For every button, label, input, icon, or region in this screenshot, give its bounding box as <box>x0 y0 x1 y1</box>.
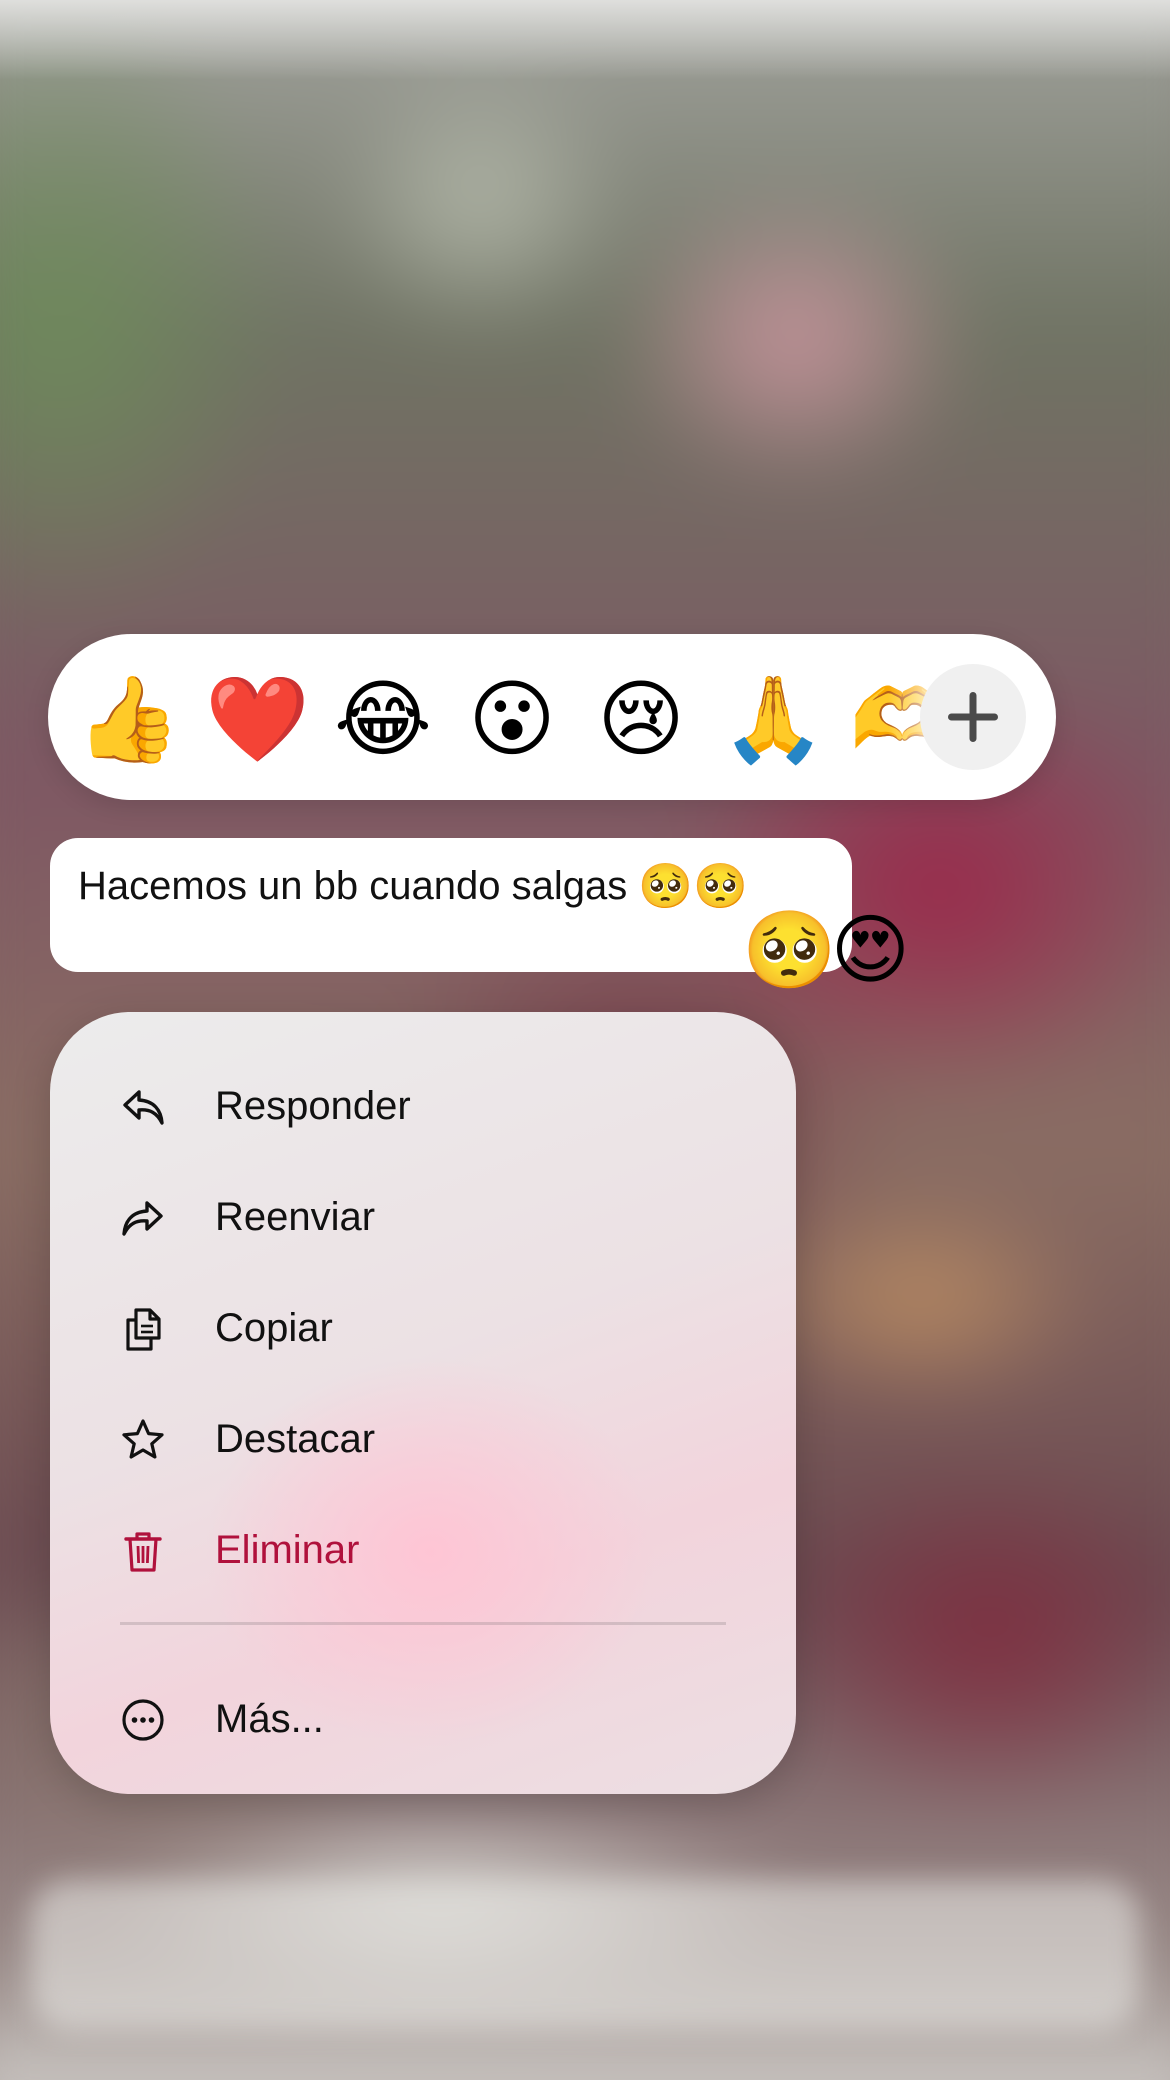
reaction-thumbs-up[interactable]: 👍 <box>76 670 181 768</box>
plus-icon <box>948 692 998 742</box>
reaction-bar: 👍 ❤️ 😂 😮 😢 🙏 🫶 <box>48 634 1056 800</box>
menu-item-mas[interactable]: Más... <box>50 1664 796 1774</box>
menu-item-eliminar[interactable]: Eliminar <box>50 1495 796 1605</box>
menu-item-reenviar[interactable]: Reenviar <box>50 1162 796 1272</box>
star-icon <box>122 1419 164 1459</box>
forward-icon <box>122 1201 163 1236</box>
menu-label-reenviar: Reenviar <box>215 1195 376 1239</box>
menu-divider <box>120 1622 726 1625</box>
trash-icon <box>124 1532 162 1572</box>
message-reactions[interactable]: 🥺😍 <box>742 906 910 996</box>
menu-item-responder[interactable]: Responder <box>50 1051 796 1161</box>
more-circle-icon <box>122 1699 164 1741</box>
chat-context-overlay: 👍 ❤️ 😂 😮 😢 🙏 🫶 Hacemos un bb cuando salg… <box>0 0 1170 2080</box>
message-context-menu: Responder Reenviar Copiar Destacar Elimi… <box>50 1012 796 1794</box>
more-reactions-button[interactable] <box>920 664 1026 770</box>
message-bubble[interactable]: Hacemos un bb cuando salgas 🥺🥺 <box>50 838 852 972</box>
menu-label-destacar: Destacar <box>215 1417 376 1461</box>
reaction-crying[interactable]: 😢 <box>592 670 690 768</box>
reaction-red-heart[interactable]: ❤️ <box>205 670 310 768</box>
menu-label-responder: Responder <box>215 1084 411 1128</box>
reaction-tears-of-joy[interactable]: 😂 <box>334 670 432 768</box>
message-inline-emojis: 🥺🥺 <box>638 862 748 911</box>
reaction-folded-hands[interactable]: 🙏 <box>721 670 826 768</box>
copy-icon <box>126 1308 161 1351</box>
blurred-message-composer <box>30 1880 1140 2030</box>
message-text: Hacemos un bb cuando salgas <box>78 864 628 908</box>
message-text-line: Hacemos un bb cuando salgas 🥺🥺 <box>78 856 748 917</box>
reaction-surprised[interactable]: 😮 <box>463 670 561 768</box>
menu-label-copiar: Copiar <box>215 1306 333 1350</box>
menu-item-copiar[interactable]: Copiar <box>50 1273 796 1383</box>
menu-label-eliminar: Eliminar <box>215 1528 360 1572</box>
reply-icon <box>123 1090 164 1125</box>
status-bar-area <box>0 0 1170 80</box>
menu-item-destacar[interactable]: Destacar <box>50 1384 796 1494</box>
menu-label-mas: Más... <box>215 1697 324 1741</box>
